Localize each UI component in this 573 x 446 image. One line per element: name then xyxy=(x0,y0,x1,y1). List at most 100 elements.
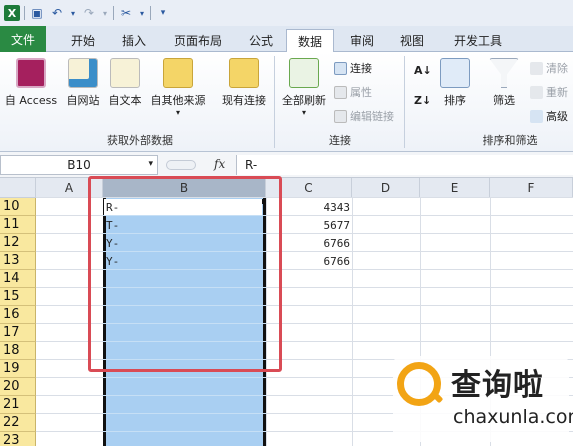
excel-logo-icon: X xyxy=(4,5,20,21)
tab-file[interactable]: 文件 xyxy=(0,26,46,52)
cell-c10[interactable]: 4343 xyxy=(270,198,351,216)
customize-dropdown-icon[interactable]: ▾ xyxy=(138,5,146,21)
row-header[interactable]: 10 xyxy=(0,198,36,216)
grid-column-line xyxy=(352,198,353,446)
access-icon xyxy=(16,58,46,88)
toolbar-divider xyxy=(24,6,25,20)
tab-developer[interactable]: 开发工具 xyxy=(446,29,510,52)
select-all-corner[interactable] xyxy=(0,178,36,198)
sort-descending-button[interactable]: Z↓ xyxy=(414,94,431,107)
undo-icon[interactable]: ↶ xyxy=(49,5,65,21)
refresh-all-label: 全部刷新 xyxy=(282,94,326,107)
tools-icon[interactable]: ✂ xyxy=(118,5,134,21)
watermark-name: 查询啦 xyxy=(451,368,544,403)
insert-function-icon[interactable]: fx xyxy=(214,157,225,171)
row-header[interactable]: 14 xyxy=(0,270,36,288)
redo-dropdown-icon[interactable]: ▾ xyxy=(101,5,109,21)
from-other-sources-button[interactable]: 自其他来源 ▾ xyxy=(146,58,210,117)
toolbar-divider xyxy=(150,6,151,20)
row-header[interactable]: 12 xyxy=(0,234,36,252)
redo-icon[interactable]: ↷ xyxy=(81,5,97,21)
existing-connections-label: 现有连接 xyxy=(222,94,266,107)
clear-filter-button[interactable]: 清除 xyxy=(530,60,568,76)
advanced-filter-icon xyxy=(530,109,543,123)
from-other-sources-label: 自其他来源 xyxy=(150,94,206,107)
row-header[interactable]: 17 xyxy=(0,324,36,342)
selection-row-line xyxy=(103,395,266,396)
watermark: 查询啦 chaxunla.com xyxy=(393,356,573,442)
row-header[interactable]: 19 xyxy=(0,360,36,378)
toolbar-divider xyxy=(113,6,114,20)
watermark-url: chaxunla.com xyxy=(453,406,573,428)
selection-row-line xyxy=(103,431,266,432)
filter-label: 筛选 xyxy=(493,94,515,107)
row-header[interactable]: 22 xyxy=(0,414,36,432)
selection-row-line xyxy=(103,413,266,414)
reapply-icon xyxy=(530,85,543,99)
from-web-button[interactable]: 自网站 xyxy=(62,58,104,108)
tab-home[interactable]: 开始 xyxy=(62,29,104,52)
properties-button[interactable]: 属性 xyxy=(334,84,372,100)
reapply-button[interactable]: 重新 xyxy=(530,84,568,100)
tab-review[interactable]: 审阅 xyxy=(342,29,382,52)
refresh-icon xyxy=(289,58,319,88)
undo-dropdown-icon[interactable]: ▾ xyxy=(69,5,77,21)
row-header[interactable]: 13 xyxy=(0,252,36,270)
edit-links-icon xyxy=(334,109,347,123)
clear-filter-label: 清除 xyxy=(546,62,568,75)
tab-insert[interactable]: 插入 xyxy=(114,29,154,52)
sort-ascending-icon: A↓ xyxy=(414,64,432,77)
refresh-all-button[interactable]: 全部刷新 ▾ xyxy=(278,58,330,117)
from-access-label: 自 Access xyxy=(4,94,58,107)
from-text-button[interactable]: 自文本 xyxy=(104,58,146,108)
tab-data[interactable]: 数据 xyxy=(286,29,334,53)
row-header[interactable]: 21 xyxy=(0,396,36,414)
column-header-f[interactable]: F xyxy=(490,178,573,198)
name-box[interactable]: B10 ▾ xyxy=(0,155,158,175)
group-label-connections: 连接 xyxy=(329,134,351,147)
save-icon[interactable]: ▣ xyxy=(29,5,45,21)
tab-view[interactable]: 视图 xyxy=(392,29,432,52)
column-header-e[interactable]: E xyxy=(420,178,490,198)
row-header[interactable]: 15 xyxy=(0,288,36,306)
connections-label: 连接 xyxy=(350,62,372,75)
advanced-filter-button[interactable]: 高级 xyxy=(530,108,568,124)
chevron-down-icon: ▾ xyxy=(175,108,180,117)
reapply-label: 重新 xyxy=(546,86,568,99)
chevron-down-icon[interactable]: ▾ xyxy=(148,159,153,169)
edit-links-label: 编辑链接 xyxy=(350,110,394,123)
row-header[interactable]: 20 xyxy=(0,378,36,396)
cell-c13[interactable]: 6766 xyxy=(270,252,351,270)
tab-page-layout[interactable]: 页面布局 xyxy=(166,29,230,52)
connections-icon xyxy=(334,61,347,75)
row-header[interactable]: 23 xyxy=(0,432,36,446)
tab-formulas[interactable]: 公式 xyxy=(240,29,282,52)
ribbon-tabs: 文件 开始 插入 页面布局 公式 数据 审阅 视图 开发工具 xyxy=(0,26,573,53)
formula-input[interactable]: R- xyxy=(236,155,573,175)
cell-c12[interactable]: 6766 xyxy=(270,234,351,252)
column-header-d[interactable]: D xyxy=(352,178,420,198)
clear-filter-icon xyxy=(530,61,543,75)
filter-button[interactable]: 筛选 xyxy=(486,58,522,108)
row-header[interactable]: 16 xyxy=(0,306,36,324)
row-header[interactable]: 18 xyxy=(0,342,36,360)
from-access-button[interactable]: 自 Access xyxy=(2,58,60,108)
connections-button[interactable]: 连接 xyxy=(334,60,372,76)
sort-label: 排序 xyxy=(444,94,466,107)
edit-links-button[interactable]: 编辑链接 xyxy=(334,108,394,124)
sort-button[interactable]: 排序 xyxy=(438,58,472,108)
customize-toolbar-icon[interactable]: ▾ xyxy=(155,5,171,21)
group-divider xyxy=(274,56,275,148)
from-text-label: 自文本 xyxy=(108,94,142,107)
highlight-box xyxy=(88,176,282,372)
quick-access-toolbar: X ▣ ↶ ▾ ↷ ▾ ✂ ▾ ▾ xyxy=(0,0,573,26)
group-divider xyxy=(404,56,405,148)
database-icon xyxy=(163,58,193,88)
row-header[interactable]: 11 xyxy=(0,216,36,234)
sort-ascending-button[interactable]: A↓ xyxy=(414,64,432,77)
formula-bar-resize-handle[interactable] xyxy=(166,160,196,170)
existing-connections-button[interactable]: 现有连接 xyxy=(218,58,270,108)
sort-icon xyxy=(440,58,470,88)
cell-c11[interactable]: 5677 xyxy=(270,216,351,234)
sort-descending-icon: Z↓ xyxy=(414,94,432,107)
